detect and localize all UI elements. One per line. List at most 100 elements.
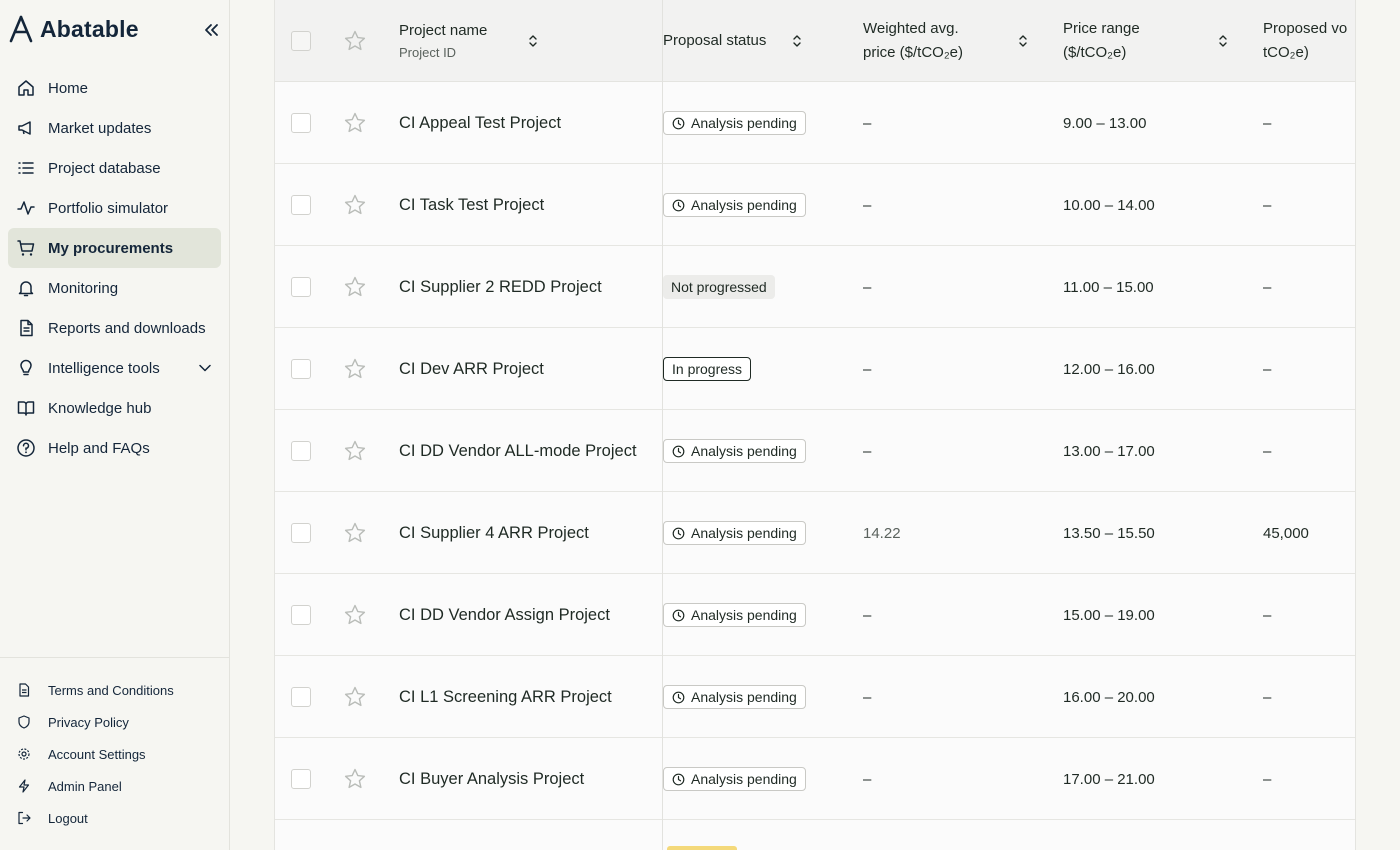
status-badge: Analysis pending [663,603,806,627]
project-name[interactable]: CI Appeal Test Project [399,82,561,164]
row-checkbox[interactable] [291,605,311,625]
sidebar: Abatable Home Market updates Project dat… [0,0,230,850]
row-checkbox[interactable] [291,277,311,297]
nav-item-project-database[interactable]: Project database [8,148,221,188]
sort-icon[interactable] [527,33,539,49]
row-checkbox[interactable] [291,523,311,543]
collapse-sidebar-button[interactable] [200,20,222,40]
nav-label: Reports and downloads [48,319,206,337]
weighted-price-cell: – [863,114,872,132]
footer-label: Privacy Policy [48,714,129,730]
project-name[interactable]: CI DD Vendor ALL-mode Project [399,410,637,492]
proposal-status-header[interactable]: Proposal status [663,0,803,82]
price-range-cell: 9.00 – 13.00 [1063,114,1147,132]
double-chevron-left-icon [205,24,218,36]
nav-item-knowledge-hub[interactable]: Knowledge hub [8,388,221,428]
price-range-cell: 17.00 – 21.00 [1063,770,1155,788]
row-select-cell [291,164,311,246]
project-name[interactable]: CI Supplier 2 REDD Project [399,246,602,328]
nav-label: Monitoring [48,279,119,297]
table-row[interactable]: CI Dev ARR Project In progress – 12.00 – 16… [275,328,1355,410]
chevron-down-icon[interactable] [199,361,213,375]
status-badge: Analysis pending [663,193,806,217]
table-row[interactable]: CI DD Vendor ALL-mode Project Analysis pe… [275,410,1355,492]
status-badge-label: Analysis pending [691,689,797,705]
star-icon[interactable] [343,521,367,545]
row-checkbox[interactable] [291,441,311,461]
row-favorite-cell [343,82,367,164]
project-name[interactable]: CI DD Vendor Assign Project [399,574,610,656]
table-row[interactable]: CI Supplier 2 REDD Project Not progressed… [275,246,1355,328]
proposal-status-cell: Analysis pending [663,574,806,656]
star-icon[interactable] [343,767,367,791]
star-icon[interactable] [343,275,367,299]
nav-item-monitoring[interactable]: Monitoring [8,268,221,308]
status-badge-label: Analysis pending [691,607,797,623]
proposal-status-cell: Not progressed [663,246,775,328]
shield-icon [16,714,32,730]
star-icon[interactable] [343,357,367,381]
proposal-status-cell: Analysis pending [663,656,806,738]
table-row[interactable]: CI L1 Screening ARR Project Analysis pend… [275,656,1355,738]
proposal-status-cell: Analysis pending [663,492,806,574]
status-badge-label: Analysis pending [691,525,797,541]
price-range-cell: 11.00 – 15.00 [1063,278,1154,296]
nav-item-help-and-faqs[interactable]: Help and FAQs [8,428,221,468]
footer-item-terms[interactable]: Terms and Conditions [8,674,221,706]
project-name[interactable]: CI Supplier 4 ARR Project [399,492,589,574]
sort-icon[interactable] [1217,33,1229,49]
table-row[interactable]: CI Buyer Analysis Project Analysis pendin… [275,738,1355,820]
price-range-header[interactable]: Price range ($/tCO₂e) [1063,0,1229,82]
footer-item-privacy[interactable]: Privacy Policy [8,706,221,738]
cart-icon [16,238,36,258]
row-checkbox[interactable] [291,195,311,215]
nav-item-intelligence-tools[interactable]: Intelligence tools [8,348,221,388]
project-name[interactable]: CI Dev ARR Project [399,328,544,410]
sort-icon[interactable] [1017,33,1029,49]
price-range-header-line2: ($/tCO₂e) [1063,44,1127,61]
procurements-table[interactable]: Project name Project ID Proposal status … [274,0,1356,850]
abatable-logo-icon [9,15,33,43]
table-row[interactable]: CI DD Vendor Assign Project Analysis pend… [275,574,1355,656]
project-name[interactable]: CI L1 Screening ARR Project [399,656,612,738]
row-favorite-cell [343,738,367,820]
nav-item-home[interactable]: Home [8,68,221,108]
table-row[interactable]: CI Supplier 4 ARR Project Analysis pendin… [275,492,1355,574]
star-icon[interactable] [343,193,367,217]
star-icon[interactable] [343,685,367,709]
star-icon[interactable] [343,111,367,135]
nav-item-my-procurements[interactable]: My procurements [8,228,221,268]
row-checkbox[interactable] [291,359,311,379]
nav-item-market-updates[interactable]: Market updates [8,108,221,148]
nav-label: Knowledge hub [48,399,152,417]
project-name-header[interactable]: Project name Project ID [399,0,539,82]
row-checkbox[interactable] [291,769,311,789]
row-checkbox[interactable] [291,687,311,707]
proposal-status-cell: In progress [663,328,752,410]
footer-item-account-settings[interactable]: Account Settings [8,738,221,770]
row-checkbox[interactable] [291,113,311,133]
proposed-volume-cell: – [1263,688,1272,706]
sort-icon[interactable] [791,33,803,49]
table-row[interactable]: CI Task Test Project Analysis pending – 10.… [275,164,1355,246]
nav-label: Help and FAQs [48,439,150,457]
nav-item-reports-and-downloads[interactable]: Reports and downloads [8,308,221,348]
select-all-checkbox[interactable] [291,31,311,51]
column-divider [662,0,663,850]
star-icon[interactable] [343,439,367,463]
star-icon[interactable] [343,29,367,53]
row-favorite-cell [343,246,367,328]
footer-item-logout[interactable]: Logout [8,802,221,834]
star-icon[interactable] [343,603,367,627]
table-row[interactable]: CI Appeal Test Project Analysis pending – 9… [275,82,1355,164]
weighted-price-header[interactable]: Weighted avg. price ($/tCO₂e) [863,0,1029,82]
project-name[interactable]: CI Buyer Analysis Project [399,738,584,820]
clock-icon [672,527,685,540]
proposal-status-cell: Analysis pending [663,410,806,492]
proposed-volume-header[interactable]: Proposed vo tCO₂e) [1263,0,1355,82]
list-icon [16,158,36,178]
nav-item-portfolio-simulator[interactable]: Portfolio simulator [8,188,221,228]
brand[interactable]: Abatable [8,14,139,44]
project-name[interactable]: CI Task Test Project [399,164,544,246]
footer-item-admin-panel[interactable]: Admin Panel [8,770,221,802]
